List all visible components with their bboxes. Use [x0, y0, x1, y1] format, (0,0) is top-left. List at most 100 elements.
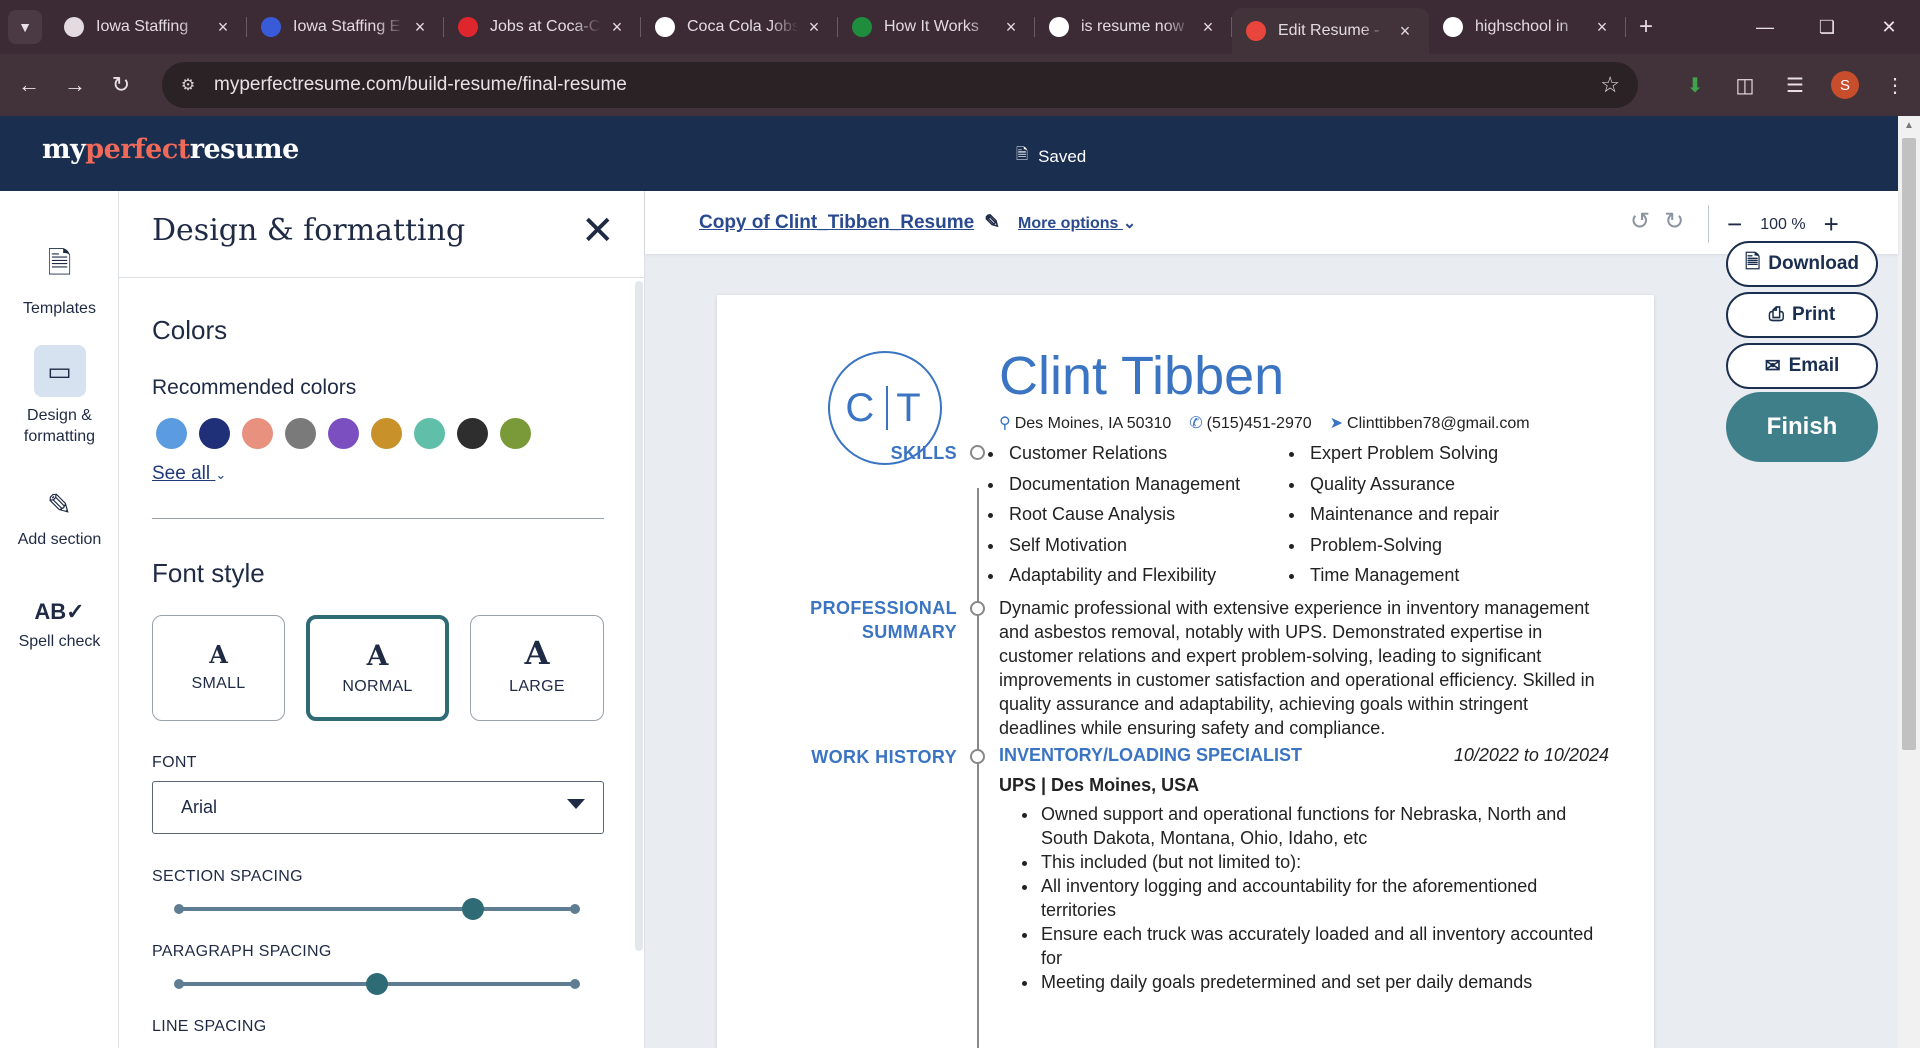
send-icon: ➤ [1329, 415, 1344, 432]
tab-close-icon[interactable]: × [1592, 17, 1612, 38]
url-text[interactable]: myperfectresume.com/build-resume/final-r… [214, 74, 627, 96]
tab-close-icon[interactable]: × [1001, 17, 1021, 38]
job-company: UPS | Des Moines, USA [999, 775, 1200, 795]
browser-tab[interactable]: Coca Cola Jobs × [641, 0, 838, 54]
color-swatch[interactable] [328, 418, 359, 449]
browser-tab[interactable]: is resume now × [1035, 0, 1232, 54]
job-bullet: Meeting daily goals predetermined and se… [1039, 970, 1609, 994]
reload-icon[interactable]: ↻ [98, 62, 144, 108]
coca-cola-icon [458, 17, 478, 37]
paragraph-spacing-label: PARAGRAPH SPACING [152, 943, 332, 960]
download-button[interactable]: 🗎 Download [1726, 241, 1878, 287]
pencil-icon[interactable]: ✎ [984, 211, 1000, 234]
rail-item-templates[interactable]: 🗎 Templates [0, 241, 119, 318]
extensions-icon[interactable]: ◫ [1720, 73, 1770, 98]
colors-heading: Colors [152, 315, 228, 345]
job-bullet: Owned support and operational functions … [1039, 802, 1609, 850]
font-select[interactable]: Arial [152, 781, 604, 834]
tab-close-icon[interactable]: × [410, 17, 430, 38]
more-options-dropdown[interactable]: More options ⌄ [1018, 213, 1136, 233]
color-swatch[interactable] [371, 418, 402, 449]
paragraph-spacing-slider[interactable] [174, 973, 580, 995]
tab-close-icon[interactable]: × [607, 17, 627, 38]
section-spacing-slider[interactable] [174, 898, 580, 920]
browser-tab[interactable]: Edit Resume - × [1232, 8, 1429, 54]
zoom-in-icon[interactable]: + [1824, 209, 1839, 240]
color-swatch[interactable] [414, 418, 445, 449]
browser-tab[interactable]: highschool in × [1429, 0, 1626, 54]
browser-tab[interactable]: How It Works × [838, 0, 1035, 54]
scroll-up-icon[interactable]: ▲ [1904, 120, 1914, 131]
chevron-down-icon: ⌄ [215, 467, 227, 482]
color-swatch[interactable] [285, 418, 316, 449]
zoom-out-icon[interactable]: − [1727, 209, 1742, 240]
close-icon[interactable]: ✕ [581, 211, 615, 251]
color-swatch[interactable] [457, 418, 488, 449]
minimize-icon[interactable]: — [1734, 0, 1796, 54]
menu-kebab-icon[interactable]: ⋮ [1870, 73, 1920, 98]
resume-page[interactable]: CT Clint Tibben ⚲ Des Moines, IA 50310 ✆(… [717, 295, 1654, 1048]
color-swatch[interactable] [156, 418, 187, 449]
document-name[interactable]: Copy of Clint_Tibben_Resume ✎ [699, 211, 1000, 234]
page-scrollbar[interactable]: ▲ [1898, 116, 1920, 1048]
browser-tab[interactable]: Iowa Staffing × [50, 0, 247, 54]
font-size-large[interactable]: A LARGE [470, 615, 604, 721]
browser-tab[interactable]: Jobs at Coca-C × [444, 0, 641, 54]
back-icon[interactable]: ← [6, 62, 52, 108]
tab-title: Edit Resume - [1278, 22, 1380, 39]
staffing-logo-icon [261, 17, 281, 37]
font-size-label: LARGE [509, 678, 565, 695]
close-window-icon[interactable]: ✕ [1858, 0, 1920, 54]
email-button[interactable]: ✉ Email [1726, 343, 1878, 389]
staffing-icon [64, 17, 84, 37]
bookmark-star-icon[interactable]: ☆ [1600, 72, 1620, 98]
tab-close-icon[interactable]: × [1395, 21, 1415, 42]
font-size-small[interactable]: A SMALL [152, 615, 285, 721]
recommended-colors-label: Recommended colors [152, 376, 357, 399]
save-status: 🗎 Saved [1016, 144, 1086, 169]
job-bullet: Ensure each truck was accurately loaded … [1039, 922, 1609, 970]
profile-avatar[interactable]: S [1820, 71, 1870, 99]
email-label: Email [1788, 355, 1840, 376]
site-info-icon[interactable]: ⚙ [168, 75, 208, 95]
color-swatch[interactable] [242, 418, 273, 449]
more-options-label: More options [1018, 215, 1119, 232]
rail-item-spell-check[interactable]: AB✓ Spell check [0, 599, 119, 651]
redo-icon[interactable]: ↻ [1664, 207, 1684, 236]
see-all-link[interactable]: See all ⌄ [152, 463, 226, 485]
finish-button[interactable]: Finish [1726, 392, 1878, 462]
rail-item-add-section[interactable]: ✎ Add section [0, 488, 119, 549]
window-controls: — ❏ ✕ [1734, 0, 1920, 54]
browser-tab[interactable]: Iowa Staffing E × [247, 0, 444, 54]
panel-scrollbar[interactable] [635, 281, 643, 951]
spell-check-icon: AB✓ [34, 599, 85, 624]
forward-icon[interactable]: → [52, 62, 98, 108]
scrollbar-thumb[interactable] [1902, 138, 1916, 750]
media-controls-icon[interactable]: ☰ [1770, 73, 1820, 98]
restore-icon[interactable]: ❏ [1796, 0, 1858, 54]
brand-logo[interactable]: myperfectresume [42, 134, 299, 165]
undo-icon[interactable]: ↺ [1630, 207, 1650, 236]
slider-handle[interactable] [462, 898, 484, 920]
tab-close-icon[interactable]: × [213, 17, 233, 38]
tab-close-icon[interactable]: × [804, 17, 824, 38]
profile-initial: S [1831, 71, 1859, 99]
font-size-normal[interactable]: A NORMAL [306, 615, 449, 721]
slider-handle[interactable] [366, 973, 388, 995]
tab-search-button[interactable]: ▼ [8, 10, 42, 44]
skill-item: Self Motivation [1005, 530, 1240, 561]
print-button[interactable]: ⎙ Print [1726, 292, 1878, 338]
tab-close-icon[interactable]: × [1198, 17, 1218, 38]
address-bar[interactable]: ⚙ myperfectresume.com/build-resume/final… [162, 62, 1638, 108]
slider-end [570, 904, 580, 914]
contact-line: ⚲ Des Moines, IA 50310 ✆ (515)451-2970 ➤ Cl… [999, 413, 1530, 433]
logo-text-resume: resume [189, 134, 299, 165]
skill-item: Time Management [1306, 560, 1499, 591]
color-swatch[interactable] [500, 418, 531, 449]
rail-item-design-formatting[interactable]: ▭ Design & formatting [0, 345, 119, 447]
rail-item-label: Spell check [18, 633, 101, 650]
new-tab-button[interactable]: + [1626, 13, 1666, 41]
download-extension-icon[interactable]: ⬇ [1670, 73, 1720, 98]
location-pin-icon: ⚲ [999, 415, 1011, 432]
color-swatch[interactable] [199, 418, 230, 449]
